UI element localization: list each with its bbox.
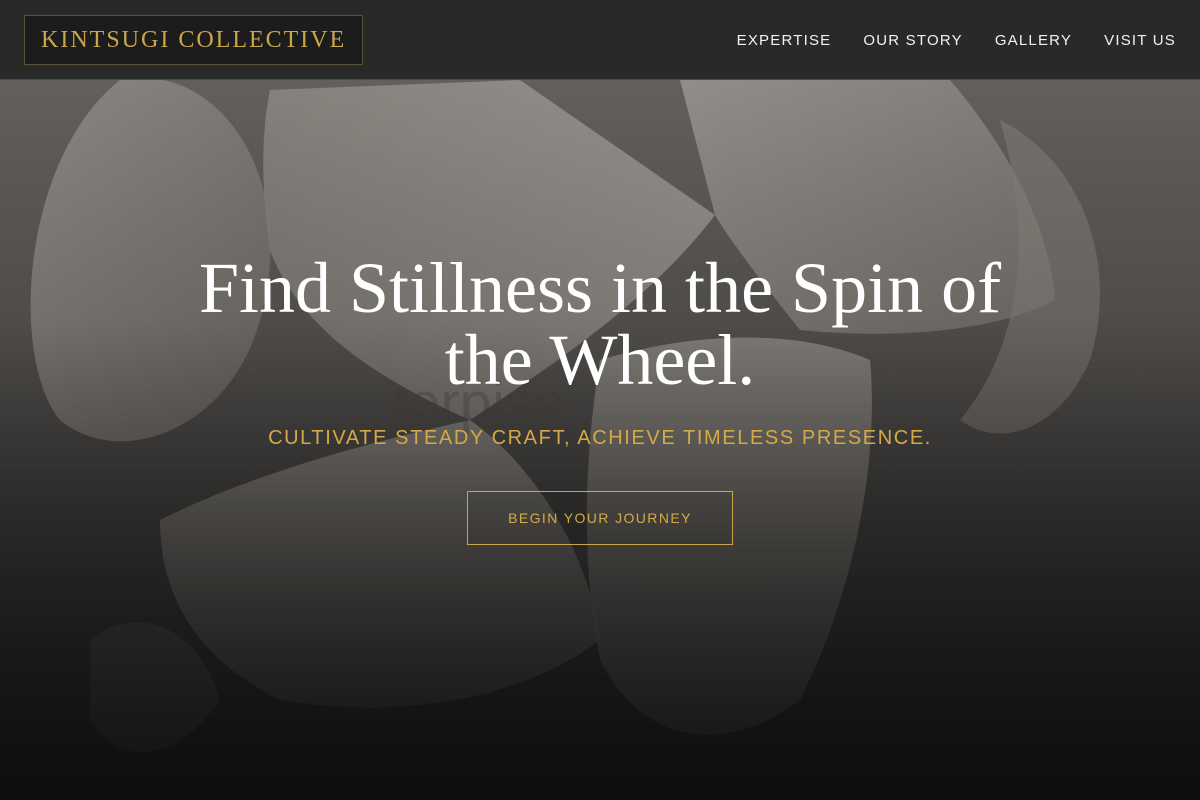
nav-link-expertise[interactable]: EXPERTISE <box>737 32 832 49</box>
nav-link-our-story[interactable]: OUR STORY <box>863 32 962 49</box>
nav-link-gallery[interactable]: GALLERY <box>995 32 1072 49</box>
begin-journey-button[interactable]: BEGIN YOUR JOURNEY <box>467 491 733 545</box>
hero-subtitle: CULTIVATE STEADY CRAFT, ACHIEVE TIMELESS… <box>268 427 932 449</box>
site-header: KINTSUGI COLLECTIVE EXPERTISE OUR STORY … <box>0 0 1200 80</box>
site-logo[interactable]: KINTSUGI COLLECTIVE <box>24 15 364 65</box>
hero-overlay <box>0 0 1200 800</box>
nav-link-visit-us[interactable]: VISIT US <box>1104 32 1176 49</box>
main-nav: EXPERTISE OUR STORY GALLERY VISIT US <box>737 0 1176 80</box>
hero-headline: Find Stillness in the Spin of the Wheel. <box>198 248 1002 400</box>
landing-page: KINTSUGI COLLECTIVE EXPERTISE OUR STORY … <box>0 0 1200 800</box>
